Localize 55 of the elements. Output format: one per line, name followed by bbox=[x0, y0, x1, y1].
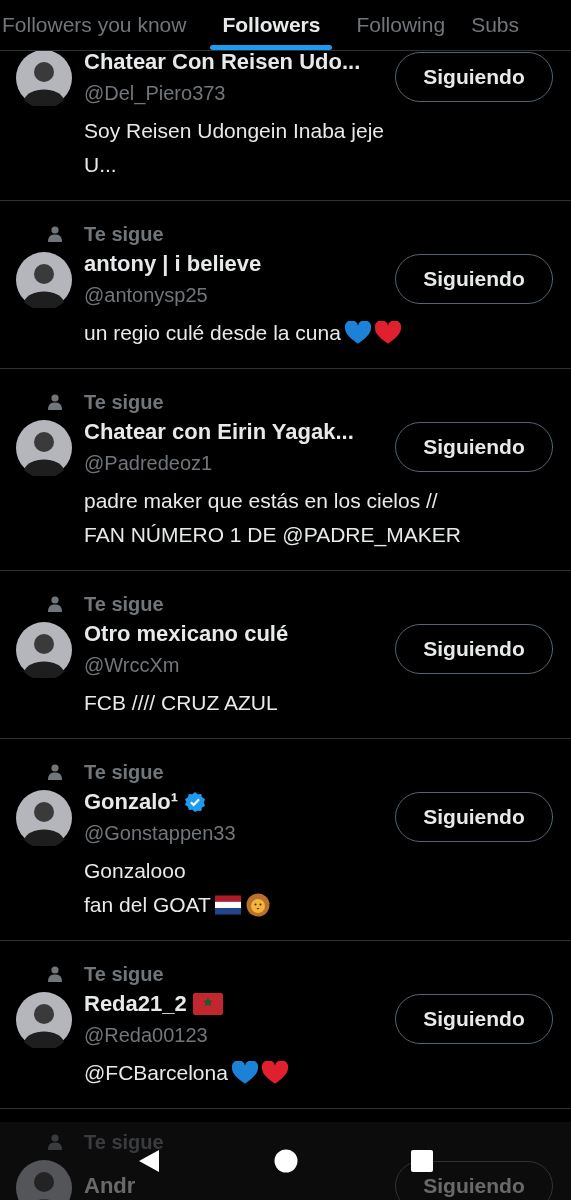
flag-icon bbox=[214, 893, 241, 917]
follows-you-label: Te sigue bbox=[84, 760, 165, 785]
display-name[interactable]: antony | i believe bbox=[84, 251, 262, 277]
person-icon bbox=[48, 394, 62, 410]
verified-badge-icon bbox=[184, 791, 207, 813]
flag-icon bbox=[192, 993, 223, 1015]
following-button[interactable]: Siguiendo bbox=[395, 792, 553, 842]
user-handle: @Padredeoz1 bbox=[84, 451, 214, 476]
lion-icon bbox=[244, 893, 271, 917]
avatar-icon[interactable] bbox=[16, 992, 72, 1048]
tab[interactable]: Followers bbox=[210, 0, 333, 50]
tab[interactable]: Subs bbox=[469, 0, 522, 50]
follows-you-label: Te sigue bbox=[84, 222, 165, 247]
bio-text: FCB //// CRUZ AZUL bbox=[84, 690, 278, 716]
user-handle: @WrccXm bbox=[84, 653, 181, 678]
following-button[interactable]: Siguiendo bbox=[395, 624, 553, 674]
person-icon bbox=[48, 966, 62, 982]
user-handle: @antonysp25 bbox=[84, 283, 209, 308]
display-name[interactable]: Gonzalo¹ bbox=[84, 789, 179, 815]
follows-you-label: Te sigue bbox=[84, 592, 165, 617]
display-name[interactable]: Andr bbox=[84, 1173, 136, 1199]
following-button[interactable]: Siguiendo bbox=[395, 994, 553, 1044]
avatar-icon[interactable] bbox=[16, 622, 72, 678]
display-name[interactable]: Reda21_2 bbox=[84, 991, 187, 1017]
person-icon bbox=[48, 1134, 62, 1150]
bio-text: FAN NÚMERO 1 DE @PADRE_MAKER bbox=[84, 522, 461, 549]
display-name[interactable]: Chatear con Eirin Yagak... bbox=[84, 419, 354, 445]
person-icon bbox=[48, 226, 62, 242]
display-name[interactable]: Otro mexicano culé bbox=[84, 621, 289, 647]
following-button[interactable]: Siguiendo bbox=[395, 52, 553, 102]
tab[interactable]: Followers you know bbox=[0, 0, 189, 50]
following-button[interactable]: Siguiendo bbox=[395, 422, 553, 472]
avatar-icon[interactable] bbox=[16, 790, 72, 846]
user-handle: @Del_Piero373 bbox=[84, 81, 227, 107]
person-icon bbox=[48, 596, 62, 612]
bio-text: Soy Reisen Udongein Inaba jeje bbox=[84, 118, 385, 144]
user-handle: @Reda00123 bbox=[84, 1023, 209, 1048]
user-handle: @Gonstappen33 bbox=[84, 821, 237, 846]
avatar-icon[interactable] bbox=[16, 252, 72, 308]
bio-text: U... bbox=[84, 152, 117, 178]
bio-text: fan del GOAT bbox=[84, 892, 211, 918]
bio-text: padre maker que estás en los cielos // bbox=[84, 488, 438, 514]
person-icon bbox=[48, 764, 62, 780]
follows-you-label: Te sigue bbox=[84, 390, 165, 415]
bio-text: @FCBarcelona bbox=[84, 1060, 228, 1086]
bio-text: un regio culé desde la cuna bbox=[84, 320, 341, 346]
home-icon[interactable] bbox=[274, 1149, 298, 1173]
tab[interactable]: Following bbox=[354, 0, 448, 50]
display-name[interactable]: Chatear Con Reisen Udo... bbox=[84, 51, 361, 75]
following-button[interactable]: Siguiendo bbox=[395, 1161, 553, 1200]
following-button[interactable]: Siguiendo bbox=[395, 254, 553, 304]
follows-you-label: Te sigue bbox=[84, 962, 165, 987]
avatar-icon[interactable] bbox=[16, 420, 72, 476]
avatar-icon[interactable] bbox=[16, 51, 72, 106]
bio-text: Gonzalooo bbox=[84, 858, 186, 884]
